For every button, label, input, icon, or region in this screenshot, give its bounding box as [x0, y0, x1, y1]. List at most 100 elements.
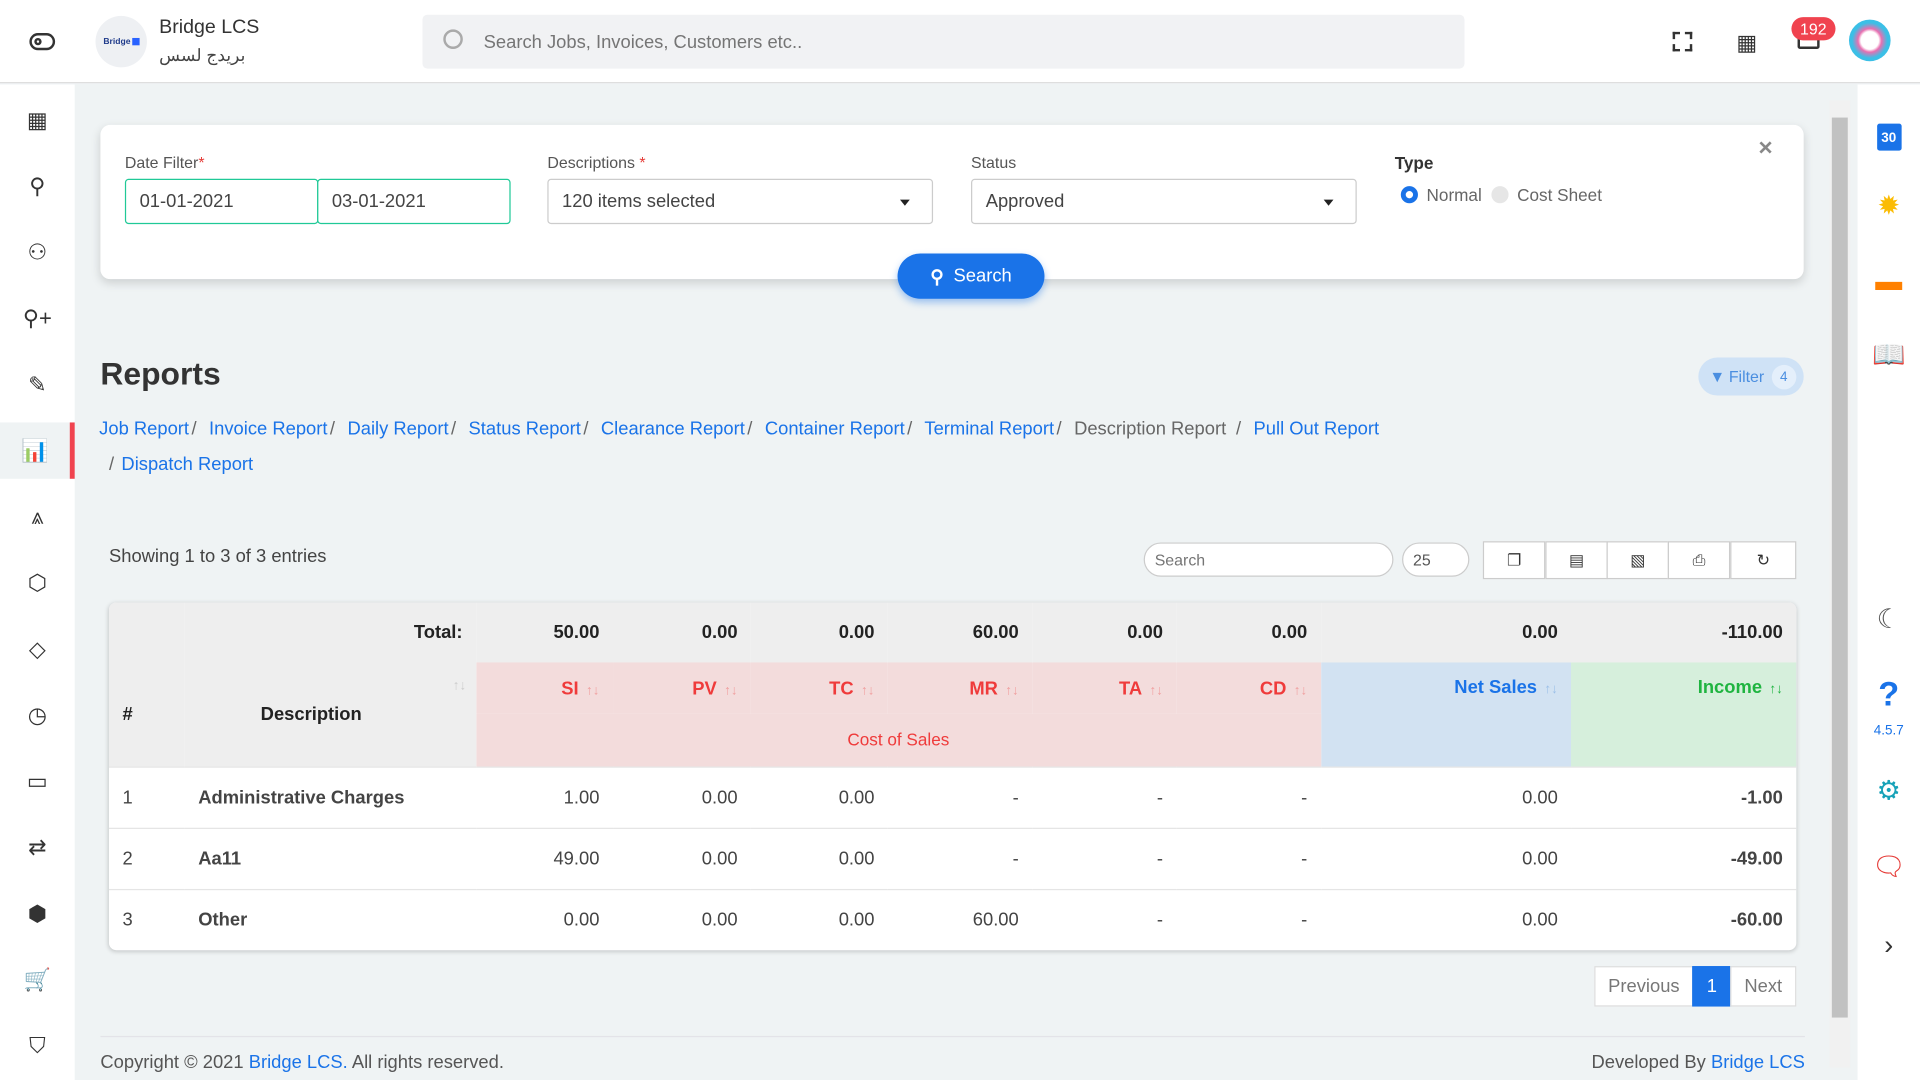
cell-net-sales: 0.00: [1320, 765, 1572, 828]
filter-button[interactable]: ▼ Filter 4: [1698, 357, 1804, 396]
sort-icon[interactable]: ↑↓: [453, 678, 466, 693]
sidebar-item-users[interactable]: ⚇: [0, 224, 75, 280]
crumb-invoice-report[interactable]: Invoice Report: [209, 419, 327, 440]
previous-button[interactable]: Previous: [1594, 966, 1694, 1007]
sort-icon[interactable]: ↑↓: [1294, 683, 1307, 698]
sidebar-item-cart[interactable]: 🛒: [0, 951, 75, 1007]
sidebar-item-edit[interactable]: ✎: [0, 356, 75, 412]
csv-button[interactable]: ▤: [1545, 541, 1608, 580]
sidebar-item-repeat[interactable]: ⇄: [0, 819, 75, 875]
cell-ta: -: [1032, 888, 1177, 951]
search-icon: ⚲: [930, 266, 944, 288]
chevron-right-icon[interactable]: ›: [1858, 929, 1920, 961]
toggle-sidebar-icon[interactable]: [29, 33, 56, 51]
scrollbar[interactable]: [1829, 100, 1851, 1068]
settings-gear-icon[interactable]: ⚙: [1858, 775, 1920, 807]
developed-by: Developed By Bridge LCS: [1591, 1051, 1805, 1073]
cell-cd: -: [1176, 765, 1321, 828]
excel-button[interactable]: ▧: [1606, 541, 1669, 580]
crumb-terminal-report[interactable]: Terminal Report: [924, 419, 1054, 440]
row-num: 1: [108, 765, 185, 828]
cell-income: -60.00: [1571, 888, 1797, 951]
chat-icon[interactable]: 🗨: [1858, 851, 1920, 883]
total-net-sales: 0.00: [1320, 602, 1572, 663]
sidebar-item-add-user[interactable]: ⚲+: [0, 290, 75, 346]
global-search-input[interactable]: [483, 26, 1439, 57]
print-icon: ⎙: [1692, 550, 1706, 569]
col-num: #: [108, 662, 185, 767]
sort-icon[interactable]: ↑↓: [1005, 683, 1018, 698]
table-search-input[interactable]: [1143, 542, 1394, 577]
scrollbar-thumb[interactable]: [1831, 117, 1848, 1018]
sort-icon[interactable]: ↑↓: [1769, 682, 1782, 697]
print-button[interactable]: ⎙: [1667, 541, 1731, 580]
fullscreen-icon[interactable]: [1672, 31, 1693, 52]
crumb-status-report[interactable]: Status Report: [469, 419, 581, 440]
col-income[interactable]: Income ↑↓: [1571, 662, 1797, 767]
type-normal-radio[interactable]: [1400, 186, 1418, 204]
sort-icon[interactable]: ↑↓: [724, 683, 737, 698]
date-to-input[interactable]: [317, 178, 511, 225]
type-cost-sheet-radio[interactable]: [1491, 186, 1509, 204]
crumb-container-report[interactable]: Container Report: [765, 419, 905, 440]
crumb-job-report[interactable]: Job Report: [99, 419, 189, 440]
total-label: Total:: [184, 602, 476, 663]
sort-icon[interactable]: ↑↓: [861, 683, 874, 698]
page-1-button[interactable]: 1: [1692, 966, 1732, 1007]
sidebar-item-shield[interactable]: ⛉: [0, 1018, 75, 1074]
cell-cd: -: [1176, 888, 1321, 951]
copyright-link[interactable]: Bridge LCS.: [249, 1052, 348, 1073]
col-net-sales[interactable]: Net Sales ↑↓: [1320, 662, 1572, 767]
col-mr[interactable]: MR ↑↓: [887, 662, 1033, 714]
global-search[interactable]: [422, 14, 1465, 69]
footer-divider: [100, 1035, 1805, 1038]
crumb-daily-report[interactable]: Daily Report: [347, 419, 448, 440]
col-cd[interactable]: CD ↑↓: [1176, 662, 1321, 714]
sidebar-item-navigation[interactable]: ⩓: [0, 489, 75, 545]
sort-icon[interactable]: ↑↓: [1150, 683, 1163, 698]
col-tc[interactable]: TC ↑↓: [751, 662, 888, 714]
search-button[interactable]: ⚲ Search: [897, 253, 1045, 299]
sidebar-item-reports[interactable]: 📊: [0, 422, 75, 479]
sort-icon[interactable]: ↑↓: [1544, 682, 1557, 697]
developer-link[interactable]: Bridge LCS: [1711, 1052, 1805, 1073]
user-icon: ⚲: [29, 173, 46, 198]
sidebar-item-dashboard[interactable]: ▦: [0, 92, 75, 148]
book-icon[interactable]: 📖: [1858, 339, 1920, 371]
crumb-clearance-report[interactable]: Clearance Report: [601, 419, 745, 440]
search-icon: [443, 29, 463, 49]
next-button[interactable]: Next: [1730, 966, 1797, 1007]
sidebar-item-user[interactable]: ⚲: [0, 158, 75, 214]
crumb-pull-out-report[interactable]: Pull Out Report: [1254, 419, 1380, 440]
calendar-icon[interactable]: 30: [1858, 118, 1920, 151]
refresh-button[interactable]: ↻: [1730, 541, 1797, 580]
status-select[interactable]: Approved: [971, 178, 1357, 225]
chart-icon: 📊: [21, 437, 49, 463]
page-size-select[interactable]: 25: [1402, 542, 1470, 577]
sidebar-item-tag[interactable]: ◇: [0, 621, 75, 677]
sticky-note-icon[interactable]: ✹: [1858, 190, 1920, 222]
descriptions-select[interactable]: 120 items selected: [547, 178, 934, 225]
sidebar-item-clock[interactable]: ◷: [0, 687, 75, 743]
apps-grid-icon[interactable]: ▦: [1736, 31, 1757, 57]
sidebar-item-card[interactable]: ▭: [0, 753, 75, 809]
col-ta[interactable]: TA ↑↓: [1032, 662, 1177, 714]
table-row: 3 Other 0.00 0.00 0.00 60.00- -0.00 -60.00: [108, 888, 1797, 951]
user-avatar[interactable]: [1848, 19, 1891, 62]
col-description[interactable]: Description ↑↓: [184, 662, 476, 767]
crumb-dispatch-report[interactable]: Dispatch Report: [121, 454, 253, 475]
sidebar-item-codepen[interactable]: ⬢: [0, 885, 75, 941]
copy-button[interactable]: ❐: [1482, 541, 1546, 580]
table-info: Showing 1 to 3 of 3 entries: [108, 546, 327, 567]
dark-mode-moon-icon[interactable]: ☾: [1858, 604, 1920, 636]
date-from-input[interactable]: [124, 178, 319, 225]
help-icon[interactable]: ?: [1858, 675, 1920, 714]
col-si[interactable]: SI ↑↓: [475, 662, 613, 714]
descriptions-label: Descriptions *: [547, 153, 646, 172]
col-pv[interactable]: PV ↑↓: [612, 662, 752, 714]
cell-cd: -: [1176, 827, 1321, 889]
sidebar-item-box[interactable]: ⬡: [0, 555, 75, 611]
sort-icon[interactable]: ↑↓: [586, 683, 599, 698]
close-icon[interactable]: ×: [1758, 135, 1772, 163]
folder-icon[interactable]: ▬: [1858, 266, 1920, 298]
